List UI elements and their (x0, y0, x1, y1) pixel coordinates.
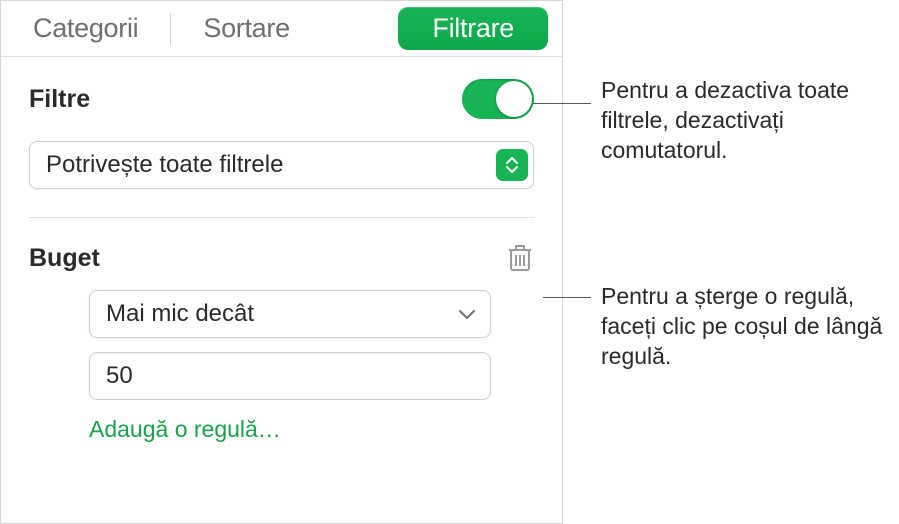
toggle-knob (496, 81, 532, 117)
stepper-arrows-icon (496, 149, 528, 181)
callout-toggle: Pentru a dezactiva toate filtrele, dezac… (601, 76, 881, 166)
callout-line (533, 103, 591, 104)
callout-trash: Pentru a șterge o regulă, faceți clic pe… (601, 282, 891, 372)
match-mode-select[interactable]: Potrivește toate filtrele (29, 141, 534, 189)
add-rule-link[interactable]: Adaugă o regulă… (89, 416, 534, 443)
tab-categories[interactable]: Categorii (15, 7, 156, 50)
operator-value: Mai mic decât (106, 300, 254, 328)
filters-heading: Filtre (29, 85, 90, 114)
value-input[interactable] (89, 352, 491, 400)
operator-select[interactable]: Mai mic decât (89, 290, 491, 338)
filters-toggle[interactable] (462, 79, 534, 119)
chevron-down-icon (458, 308, 476, 320)
callout-line (543, 297, 591, 298)
rule-column-label: Buget (29, 244, 100, 273)
match-mode-value: Potrivește toate filtrele (46, 151, 283, 179)
tab-separator (170, 13, 171, 45)
callouts-layer: Pentru a dezactiva toate filtrele, dezac… (563, 0, 899, 524)
tab-sort[interactable]: Sortare (185, 7, 307, 50)
filter-panel: Categorii Sortare Filtrare Filtre Potriv… (0, 0, 563, 524)
tab-bar: Categorii Sortare Filtrare (1, 1, 562, 57)
tab-filter[interactable]: Filtrare (398, 7, 548, 50)
divider (29, 217, 534, 218)
trash-icon[interactable] (506, 242, 534, 274)
